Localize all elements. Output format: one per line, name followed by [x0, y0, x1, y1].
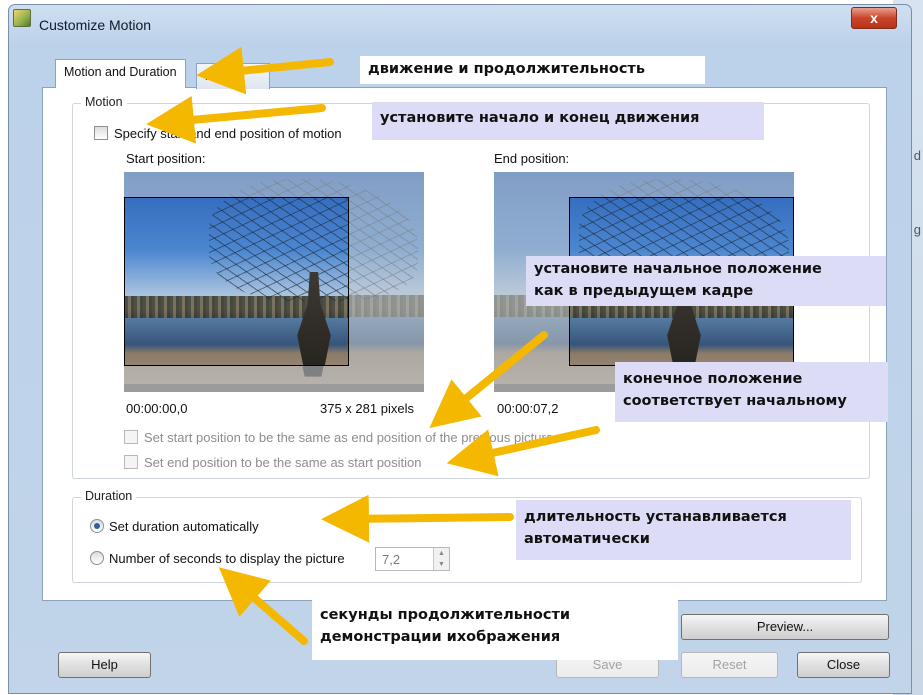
annotation-motion-duration: движение и продолжительность [360, 56, 705, 84]
background-text: g [913, 222, 921, 237]
preview-button[interactable]: Preview... [681, 614, 889, 640]
seconds-spinner[interactable]: 7,2 ▲ ▼ [375, 547, 450, 571]
annotation-seconds: секунды продолжительности демонстрации и… [312, 598, 678, 660]
seconds-radio[interactable] [90, 551, 104, 565]
close-window-button[interactable]: x [851, 7, 897, 29]
annotation-text: движение и продолжительность [368, 61, 645, 77]
annotation-set-start-end: установите начало и конец движения [372, 102, 764, 140]
duration-legend: Duration [81, 489, 137, 503]
annotation-text: установите начало и конец движения [380, 110, 700, 126]
same-as-previous-checkbox[interactable] [124, 430, 138, 444]
close-button[interactable]: Close [797, 652, 890, 678]
tab-transition[interactable]: nsition [196, 63, 270, 89]
window-title: Customize Motion [39, 17, 152, 33]
reset-button[interactable]: Reset [681, 652, 778, 678]
annotation-text: соответствует начальному [623, 393, 847, 409]
annotation-start-like-previous: установите начальное положение как в пре… [526, 256, 886, 306]
annotation-text: секунды продолжительности [320, 607, 571, 623]
background-text: d [913, 148, 921, 163]
specify-motion-label: Specify start and end position of motion [114, 126, 342, 141]
annotation-text: автоматически [524, 531, 650, 547]
annotation-text: установите начальное положение [534, 261, 822, 277]
start-position-preview[interactable] [124, 172, 424, 392]
annotation-text: конечное положение [623, 371, 803, 387]
specify-motion-checkbox[interactable] [94, 126, 108, 140]
start-size: 375 x 281 pixels [320, 401, 414, 416]
motion-legend: Motion [81, 95, 127, 109]
help-button[interactable]: Help [58, 652, 151, 678]
annotation-text: как в предыдущем кадре [534, 283, 754, 299]
end-position-label: End position: [494, 151, 570, 166]
seconds-value: 7,2 [382, 552, 401, 567]
auto-duration-radio[interactable] [90, 519, 104, 533]
title-bar[interactable]: Customize Motion x [9, 5, 911, 43]
end-time: 00:00:07,2 [497, 401, 559, 416]
auto-duration-label: Set duration automatically [109, 519, 259, 534]
spinner-arrows-icon[interactable]: ▲ ▼ [433, 548, 449, 570]
annotation-auto-duration: длительность устанавливается автоматичес… [516, 500, 851, 560]
app-icon [13, 9, 31, 27]
tab-motion-and-duration[interactable]: Motion and Duration [55, 59, 186, 88]
annotation-end-like-start: конечное положение соответствует начальн… [615, 362, 888, 422]
start-position-label: Start position: [126, 151, 206, 166]
annotation-text: длительность устанавливается [524, 509, 787, 525]
same-as-previous-label: Set start position to be the same as end… [144, 430, 554, 445]
end-same-as-start-checkbox[interactable] [124, 455, 138, 469]
annotation-text: демонстрации ихображения [320, 629, 561, 645]
end-same-as-start-label: Set end position to be the same as start… [144, 455, 422, 470]
start-time: 00:00:00,0 [126, 401, 188, 416]
seconds-label: Number of seconds to display the picture [109, 551, 345, 566]
